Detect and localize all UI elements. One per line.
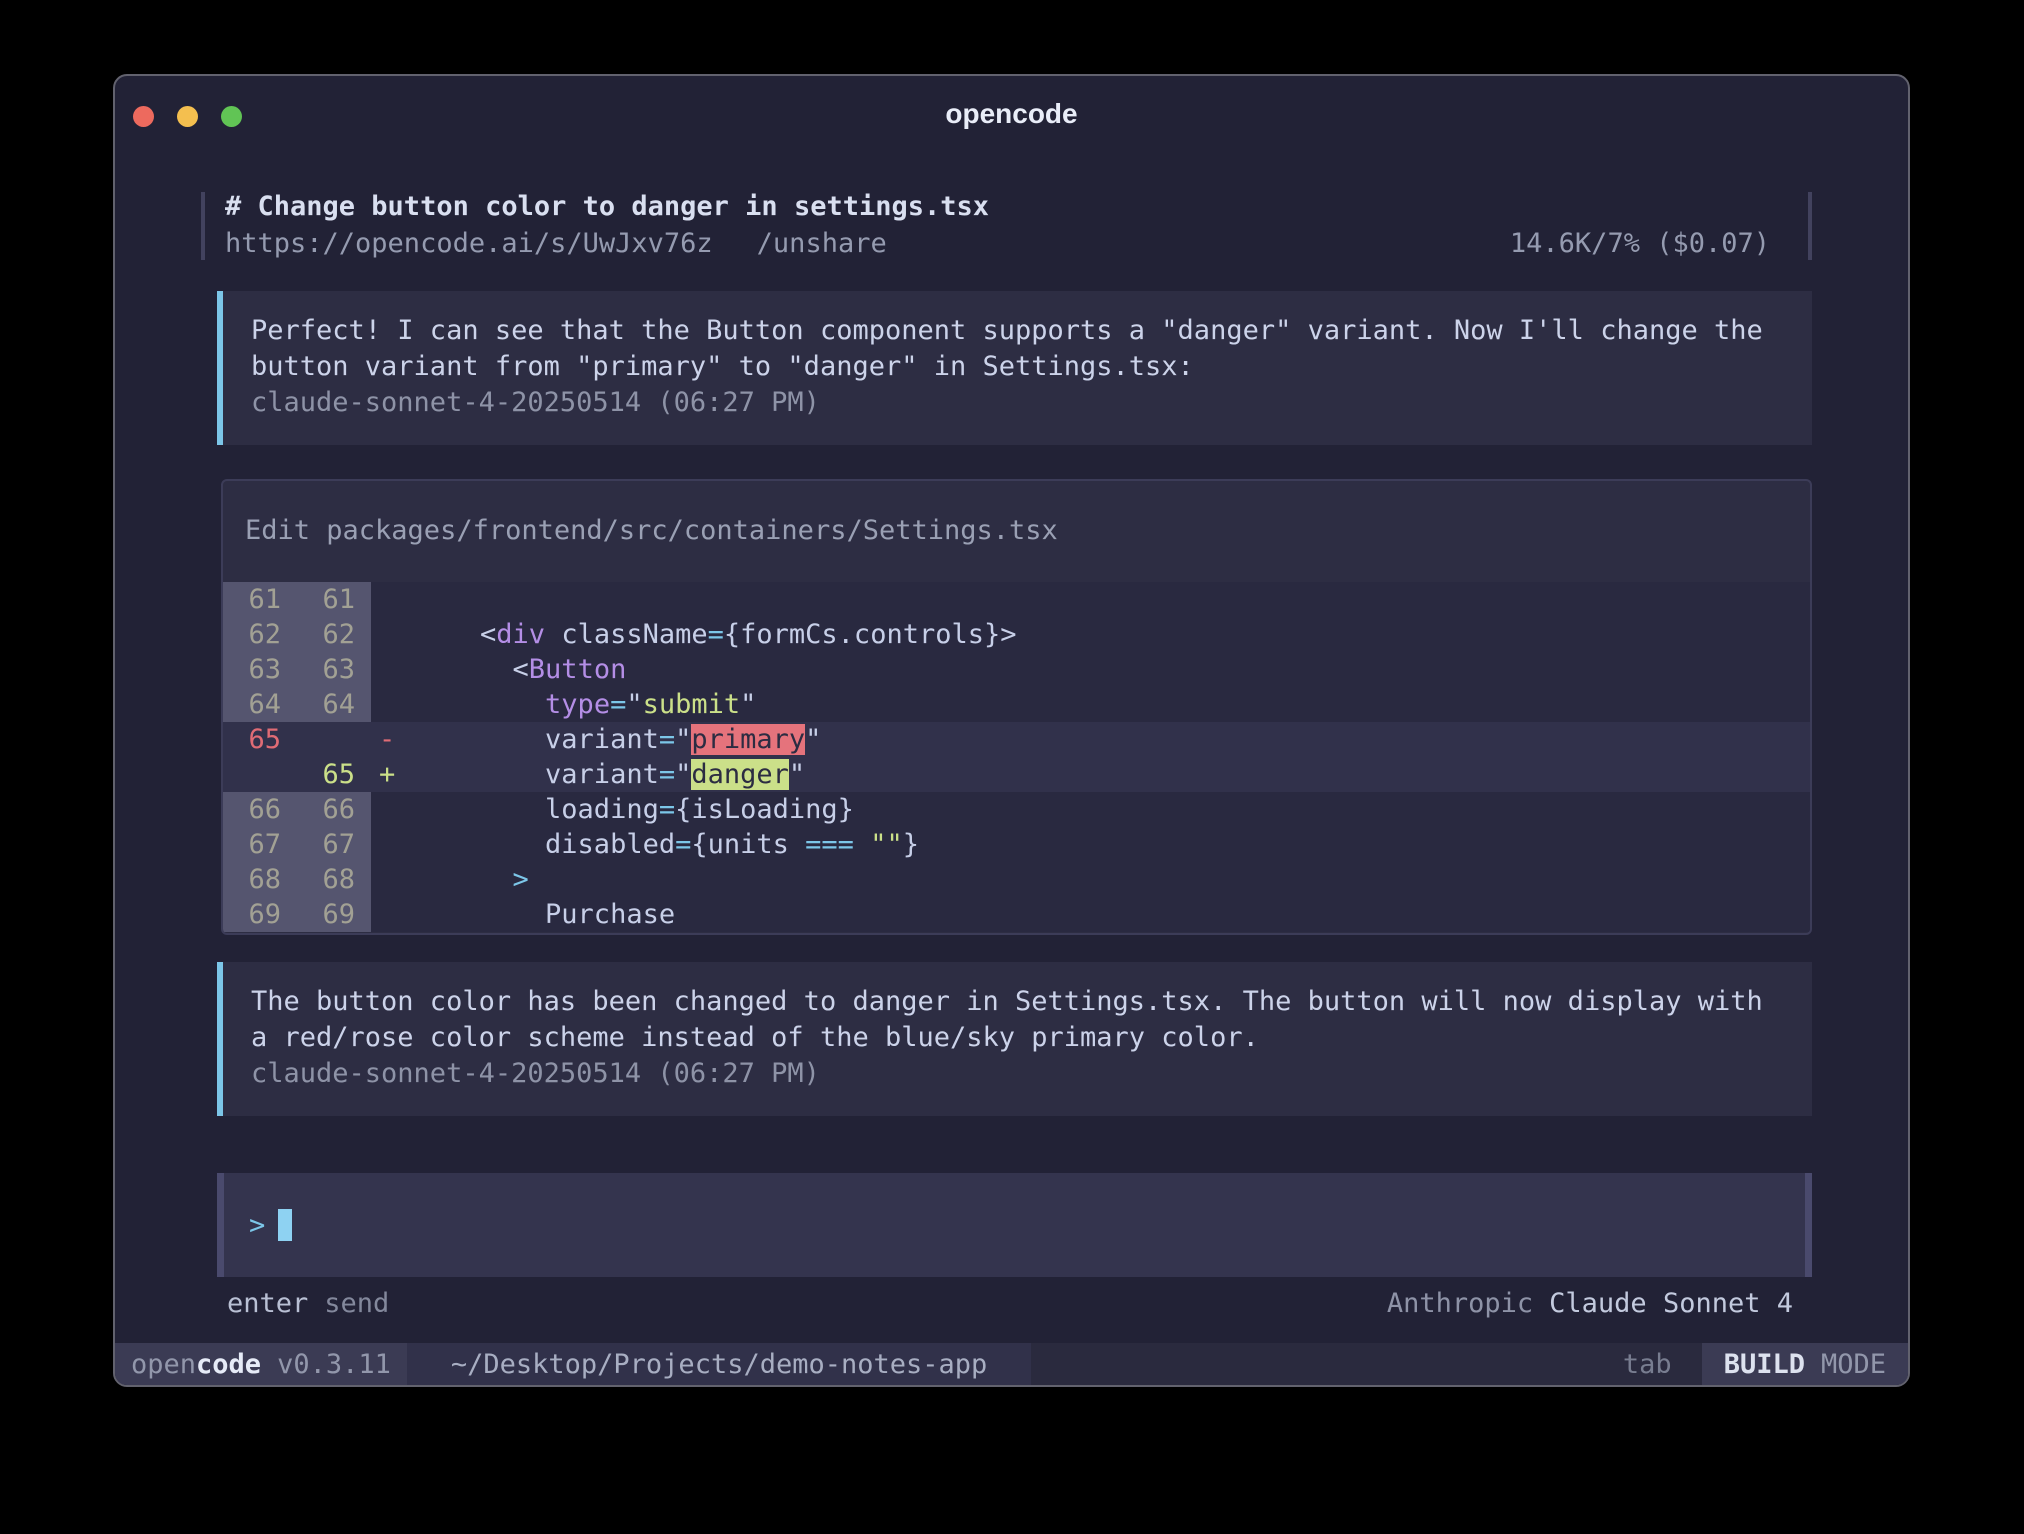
model-provider: Anthropic xyxy=(1387,1288,1533,1319)
mode-toggle-chip[interactable]: BUILD MODE xyxy=(1702,1343,1908,1385)
diff-change-marker xyxy=(371,687,415,722)
diff-change-marker xyxy=(371,582,415,617)
diff-change-marker xyxy=(371,617,415,652)
message-text-line: a red/rose color scheme instead of the b… xyxy=(251,1020,1782,1056)
title-bar: opencode xyxy=(115,76,1908,132)
share-url: https://opencode.ai/s/UwJxv76z xyxy=(225,228,713,259)
diff-new-lineno xyxy=(297,722,371,757)
working-directory: ~/Desktop/Projects/demo-notes-app xyxy=(407,1343,1031,1385)
diff-new-lineno: 68 xyxy=(297,862,371,897)
edit-tool-card: Edit packages/frontend/src/containers/Se… xyxy=(221,479,1812,935)
diff-change-marker xyxy=(371,897,415,932)
session-header-left-rule xyxy=(201,192,205,260)
send-action-hint: send xyxy=(324,1288,389,1319)
app-version: v0.3.11 xyxy=(277,1349,391,1380)
diff-old-lineno: 63 xyxy=(223,652,297,687)
app-name-code: code xyxy=(196,1349,261,1380)
diff-new-lineno: 65 xyxy=(297,757,371,792)
hint-row: enter send Anthropic Claude Sonnet 4 xyxy=(227,1288,1793,1319)
diff-change-marker xyxy=(371,862,415,897)
mode-label: MODE xyxy=(1821,1349,1886,1380)
model-name: Claude Sonnet 4 xyxy=(1549,1288,1793,1319)
diff-code-line: disabled={units === ""} xyxy=(415,827,1810,862)
diff-old-lineno xyxy=(223,757,297,792)
diff-change-marker xyxy=(371,792,415,827)
assistant-message: The button color has been changed to dan… xyxy=(217,962,1812,1116)
diff-code-line: loading={isLoading} xyxy=(415,792,1810,827)
assistant-message: Perfect! I can see that the Button compo… xyxy=(217,291,1812,445)
diff-change-marker xyxy=(371,652,415,687)
diff-code-line: > xyxy=(415,862,1810,897)
diff-grid: 61616262 <div className={formCs.controls… xyxy=(223,582,1810,932)
diff-code-line: type="submit" xyxy=(415,687,1810,722)
opencode-window: opencode # Change button color to danger… xyxy=(113,74,1910,1387)
status-bar: opencode v0.3.11 ~/Desktop/Projects/demo… xyxy=(115,1343,1908,1385)
app-name-open: open xyxy=(131,1349,196,1380)
message-text-line: The button color has been changed to dan… xyxy=(251,984,1782,1020)
diff-old-lineno: 68 xyxy=(223,862,297,897)
tab-key-hint: tab xyxy=(1593,1343,1702,1385)
diff-code-line: <Button xyxy=(415,652,1810,687)
diff-change-marker: - xyxy=(371,722,415,757)
token-usage-cost: 14.6K/7% ($0.07) xyxy=(1510,228,1770,259)
diff-new-lineno: 61 xyxy=(297,582,371,617)
diff-new-lineno: 64 xyxy=(297,687,371,722)
diff-old-lineno: 67 xyxy=(223,827,297,862)
diff-code-line: <div className={formCs.controls}> xyxy=(415,617,1810,652)
session-header: # Change button color to danger in setti… xyxy=(201,188,1812,262)
diff-code-line: variant="danger" xyxy=(415,757,1810,792)
mode-value: BUILD xyxy=(1724,1349,1805,1380)
session-header-right-rule xyxy=(1808,192,1812,260)
edit-tool-title: Edit packages/frontend/src/containers/Se… xyxy=(223,481,1810,549)
model-timestamp: claude-sonnet-4-20250514 (06:27 PM) xyxy=(251,385,1782,421)
app-version-chip: opencode v0.3.11 xyxy=(115,1343,407,1385)
diff-old-lineno: 61 xyxy=(223,582,297,617)
unshare-command-hint: /unshare xyxy=(757,228,887,259)
diff-change-marker: + xyxy=(371,757,415,792)
diff-new-lineno: 66 xyxy=(297,792,371,827)
model-timestamp: claude-sonnet-4-20250514 (06:27 PM) xyxy=(251,1056,1782,1092)
diff-new-lineno: 63 xyxy=(297,652,371,687)
diff-code-line: variant="primary" xyxy=(415,722,1810,757)
enter-key-hint: enter xyxy=(227,1288,308,1319)
diff-change-marker xyxy=(371,827,415,862)
message-text-line: button variant from "primary" to "danger… xyxy=(251,349,1782,385)
text-cursor xyxy=(278,1209,292,1241)
diff-new-lineno: 69 xyxy=(297,897,371,932)
prompt-symbol: > xyxy=(249,1210,265,1241)
diff-code-line: Purchase xyxy=(415,897,1810,932)
diff-new-lineno: 62 xyxy=(297,617,371,652)
diff-old-lineno: 64 xyxy=(223,687,297,722)
diff-new-lineno: 67 xyxy=(297,827,371,862)
window-title: opencode xyxy=(115,98,1908,130)
diff-old-lineno: 65 xyxy=(223,722,297,757)
diff-old-lineno: 66 xyxy=(223,792,297,827)
diff-old-lineno: 62 xyxy=(223,617,297,652)
prompt-input[interactable]: > xyxy=(217,1173,1812,1277)
message-text-line: Perfect! I can see that the Button compo… xyxy=(251,313,1782,349)
session-title: # Change button color to danger in setti… xyxy=(225,191,989,222)
diff-code-line xyxy=(415,582,1810,617)
diff-old-lineno: 69 xyxy=(223,897,297,932)
